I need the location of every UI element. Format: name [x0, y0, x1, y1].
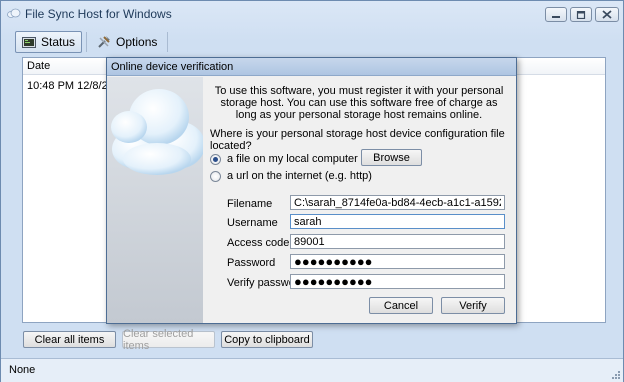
- toolbar-separator: [86, 32, 88, 52]
- radio-local-file-control[interactable]: [210, 153, 221, 165]
- resize-grip-icon[interactable]: [611, 370, 621, 380]
- dialog-title-bar[interactable]: Online device verification: [107, 58, 516, 76]
- intro-text: To use this software, you must register …: [214, 85, 504, 121]
- radio-url-label: a url on the internet (e.g. http): [227, 170, 372, 182]
- verify-password-field[interactable]: [290, 274, 505, 289]
- dialog-side-panel: [107, 77, 203, 323]
- access-code-label: Access code: [227, 237, 290, 249]
- password-field[interactable]: [290, 254, 505, 269]
- cloud-icon: [111, 89, 203, 175]
- browse-button[interactable]: Browse: [361, 149, 422, 166]
- status-bar: None: [1, 358, 623, 382]
- radio-url-control[interactable]: [210, 170, 221, 182]
- username-label: Username: [227, 217, 278, 229]
- cloud-app-icon: [7, 8, 21, 18]
- filename-label: Filename: [227, 198, 273, 210]
- verification-dialog: Online device verification To use this s…: [106, 57, 517, 324]
- access-code-field[interactable]: [290, 234, 505, 249]
- filename-field[interactable]: [290, 195, 505, 210]
- minimize-icon: [552, 15, 560, 18]
- tab-options[interactable]: Options: [91, 31, 163, 53]
- toolbar-separator: [167, 32, 169, 52]
- toolbar: Status Options: [15, 31, 172, 53]
- title-bar: File Sync Host for Windows: [1, 1, 623, 27]
- clear-selected-button[interactable]: Clear selected items: [122, 328, 215, 352]
- window-title: File Sync Host for Windows: [25, 7, 172, 21]
- tab-status-label: Status: [41, 35, 76, 49]
- status-text: None: [9, 364, 36, 376]
- username-field[interactable]: [290, 214, 505, 229]
- monitor-icon: [22, 36, 36, 48]
- close-button[interactable]: [595, 7, 619, 22]
- close-icon: [602, 10, 612, 19]
- clear-all-button[interactable]: Clear all items: [23, 331, 116, 348]
- tab-options-label: Options: [116, 35, 158, 49]
- maximize-button[interactable]: [570, 7, 592, 22]
- minimize-button[interactable]: [545, 7, 567, 22]
- dialog-title: Online device verification: [111, 61, 234, 73]
- copy-to-clipboard-button[interactable]: Copy to clipboard: [221, 331, 313, 348]
- cancel-button[interactable]: Cancel: [369, 297, 433, 314]
- maximize-icon: [576, 10, 586, 19]
- tab-status[interactable]: Status: [15, 31, 83, 53]
- verify-button[interactable]: Verify: [441, 297, 505, 314]
- radio-url[interactable]: a url on the internet (e.g. http): [210, 170, 372, 182]
- tools-icon: [98, 36, 111, 48]
- password-label: Password: [227, 257, 276, 269]
